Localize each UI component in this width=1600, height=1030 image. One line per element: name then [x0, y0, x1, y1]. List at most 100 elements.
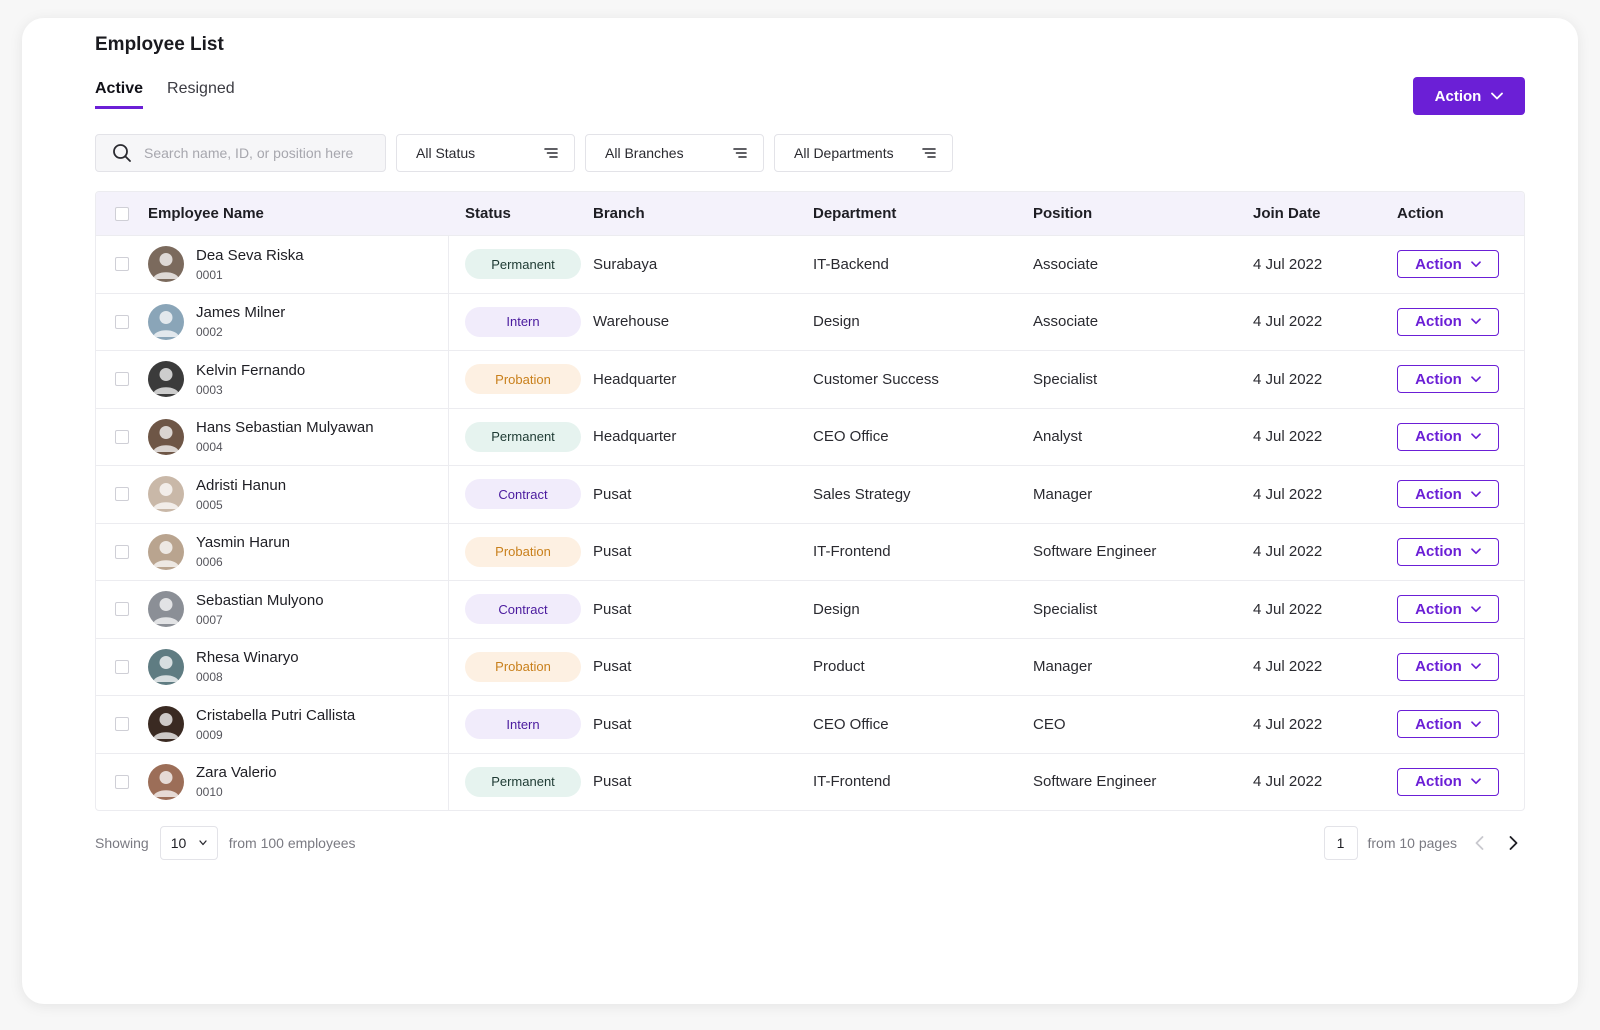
filter-icon — [733, 148, 747, 158]
row-action-button[interactable]: Action — [1397, 710, 1499, 739]
col-join-date[interactable]: Join Date — [1253, 205, 1397, 222]
row-checkbox[interactable] — [115, 717, 129, 732]
main-action-button[interactable]: Action — [1413, 77, 1525, 115]
search-input[interactable] — [144, 145, 384, 161]
pagination-bar: Showing 10 from 100 employees 1 from 10 … — [95, 826, 1525, 860]
name-block: Kelvin Fernando 0003 — [196, 362, 305, 397]
status-badge: Contract — [465, 594, 581, 625]
row-checkbox[interactable] — [115, 372, 129, 387]
row-check-cell — [96, 602, 148, 617]
row-action-button[interactable]: Action — [1397, 595, 1499, 624]
row-checkbox[interactable] — [115, 774, 129, 789]
row-action-label: Action — [1415, 313, 1462, 331]
row-check-cell — [96, 717, 148, 732]
next-page-button[interactable] — [1501, 831, 1525, 855]
employee-name[interactable]: Cristabella Putri Callista — [196, 707, 355, 724]
table-body: Dea Seva Riska 0001 Permanent Surabaya IT-Ba… — [96, 235, 1524, 810]
row-action-button[interactable]: Action — [1397, 767, 1499, 796]
branch-cell: Pusat — [593, 485, 632, 503]
col-status[interactable]: Status — [449, 205, 593, 222]
name-block: Sebastian Mulyono 0007 — [196, 592, 324, 627]
row-checkbox[interactable] — [115, 314, 129, 329]
table-row[interactable]: Adristi Hanun 0005 Contract Pusat Sales Stra… — [96, 465, 1524, 523]
col-department[interactable]: Department — [813, 205, 1033, 222]
position-cell: Software Engineer — [1033, 543, 1157, 561]
row-checkbox[interactable] — [115, 602, 129, 617]
employee-name[interactable]: Rhesa Winaryo — [196, 649, 299, 666]
row-action-button[interactable]: Action — [1397, 652, 1499, 681]
department-cell: IT-Backend — [813, 255, 889, 273]
name-block: Hans Sebastian Mulyawan 0004 — [196, 419, 374, 454]
col-position[interactable]: Position — [1033, 205, 1253, 222]
row-action-button[interactable]: Action — [1397, 480, 1499, 509]
employee-cell: Hans Sebastian Mulyawan 0004 — [148, 408, 449, 465]
position-cell: Analyst — [1033, 428, 1083, 446]
chevron-down-icon — [1470, 606, 1481, 612]
table-row[interactable]: Hans Sebastian Mulyawan 0004 Permanent Head… — [96, 407, 1524, 465]
row-action-button[interactable]: Action — [1397, 307, 1499, 336]
employee-name[interactable]: Kelvin Fernando — [196, 362, 305, 379]
status-filter[interactable]: All Status — [396, 134, 575, 172]
person-icon — [153, 253, 179, 280]
employee-cell: Dea Seva Riska 0001 — [148, 236, 449, 293]
row-action-button[interactable]: Action — [1397, 537, 1499, 566]
row-action-label: Action — [1415, 485, 1462, 503]
status-badge: Contract — [465, 479, 581, 510]
row-action-label: Action — [1415, 428, 1462, 446]
employee-list-card: Employee List Active Resigned Action All… — [22, 18, 1578, 1004]
tab-resigned[interactable]: Resigned — [167, 80, 235, 109]
position-cell: Software Engineer — [1033, 773, 1157, 791]
row-action-label: Action — [1415, 370, 1462, 388]
row-action-button[interactable]: Action — [1397, 422, 1499, 451]
row-action-label: Action — [1415, 773, 1462, 791]
row-checkbox[interactable] — [115, 544, 129, 559]
employee-name[interactable]: Hans Sebastian Mulyawan — [196, 419, 374, 436]
person-icon — [153, 425, 179, 452]
department-filter[interactable]: All Departments — [774, 134, 953, 172]
employee-cell: Cristabella Putri Callista 0009 — [148, 696, 449, 753]
table-row[interactable]: Yasmin Harun 0006 Probation Pusat IT-Fronten… — [96, 522, 1524, 580]
col-branch[interactable]: Branch — [593, 205, 813, 222]
table-row[interactable]: Zara Valerio 0010 Permanent Pusat IT-Fronten… — [96, 752, 1524, 810]
department-cell: CEO Office — [813, 715, 889, 733]
status-badge: Permanent — [465, 421, 581, 452]
total-pages-label: from 10 pages — [1367, 835, 1458, 851]
prev-page-button[interactable] — [1467, 831, 1491, 855]
total-employees-label: from 100 employees — [228, 835, 356, 851]
branch-cell: Headquarter — [593, 370, 677, 388]
employee-name[interactable]: Dea Seva Riska — [196, 247, 304, 264]
select-all-checkbox[interactable] — [115, 206, 129, 221]
col-action: Action — [1397, 205, 1444, 222]
branch-cell: Pusat — [593, 715, 632, 733]
employee-name[interactable]: Sebastian Mulyono — [196, 592, 324, 609]
employee-name[interactable]: Yasmin Harun — [196, 534, 290, 551]
row-action-button[interactable]: Action — [1397, 250, 1499, 279]
employee-name[interactable]: Zara Valerio — [196, 764, 277, 781]
table-row[interactable]: James Milner 0002 Intern Warehouse Design Ass… — [96, 292, 1524, 350]
table-row[interactable]: Rhesa Winaryo 0008 Probation Pusat Product Ma… — [96, 637, 1524, 695]
row-action-button[interactable]: Action — [1397, 365, 1499, 394]
employee-name[interactable]: Adristi Hanun — [196, 477, 286, 494]
current-page-input[interactable]: 1 — [1323, 826, 1358, 860]
pager: 1 from 10 pages — [1323, 826, 1526, 860]
page-size-select[interactable]: 10 — [159, 826, 218, 860]
branch-filter[interactable]: All Branches — [585, 134, 764, 172]
avatar — [148, 246, 184, 283]
col-employee-name[interactable]: Employee Name — [148, 192, 449, 235]
status-cell: Contract — [449, 594, 593, 625]
table-row[interactable]: Sebastian Mulyono 0007 Contract Pusat Design… — [96, 580, 1524, 638]
branch-cell: Headquarter — [593, 428, 677, 446]
row-check-cell — [96, 544, 148, 559]
employee-name[interactable]: James Milner — [196, 304, 285, 321]
row-checkbox[interactable] — [115, 257, 129, 272]
status-badge: Probation — [465, 536, 581, 567]
join-date-cell: 4 Jul 2022 — [1253, 255, 1323, 273]
table-row[interactable]: Kelvin Fernando 0003 Probation Headquarter C… — [96, 350, 1524, 408]
tab-active[interactable]: Active — [95, 80, 144, 109]
employee-table: Employee Name Status Branch Department P… — [95, 191, 1525, 811]
row-checkbox[interactable] — [115, 487, 129, 502]
table-row[interactable]: Dea Seva Riska 0001 Permanent Surabaya IT-Ba… — [96, 235, 1524, 293]
row-checkbox[interactable] — [115, 429, 129, 444]
table-row[interactable]: Cristabella Putri Callista 0009 Intern Pusa… — [96, 695, 1524, 753]
row-checkbox[interactable] — [115, 659, 129, 674]
